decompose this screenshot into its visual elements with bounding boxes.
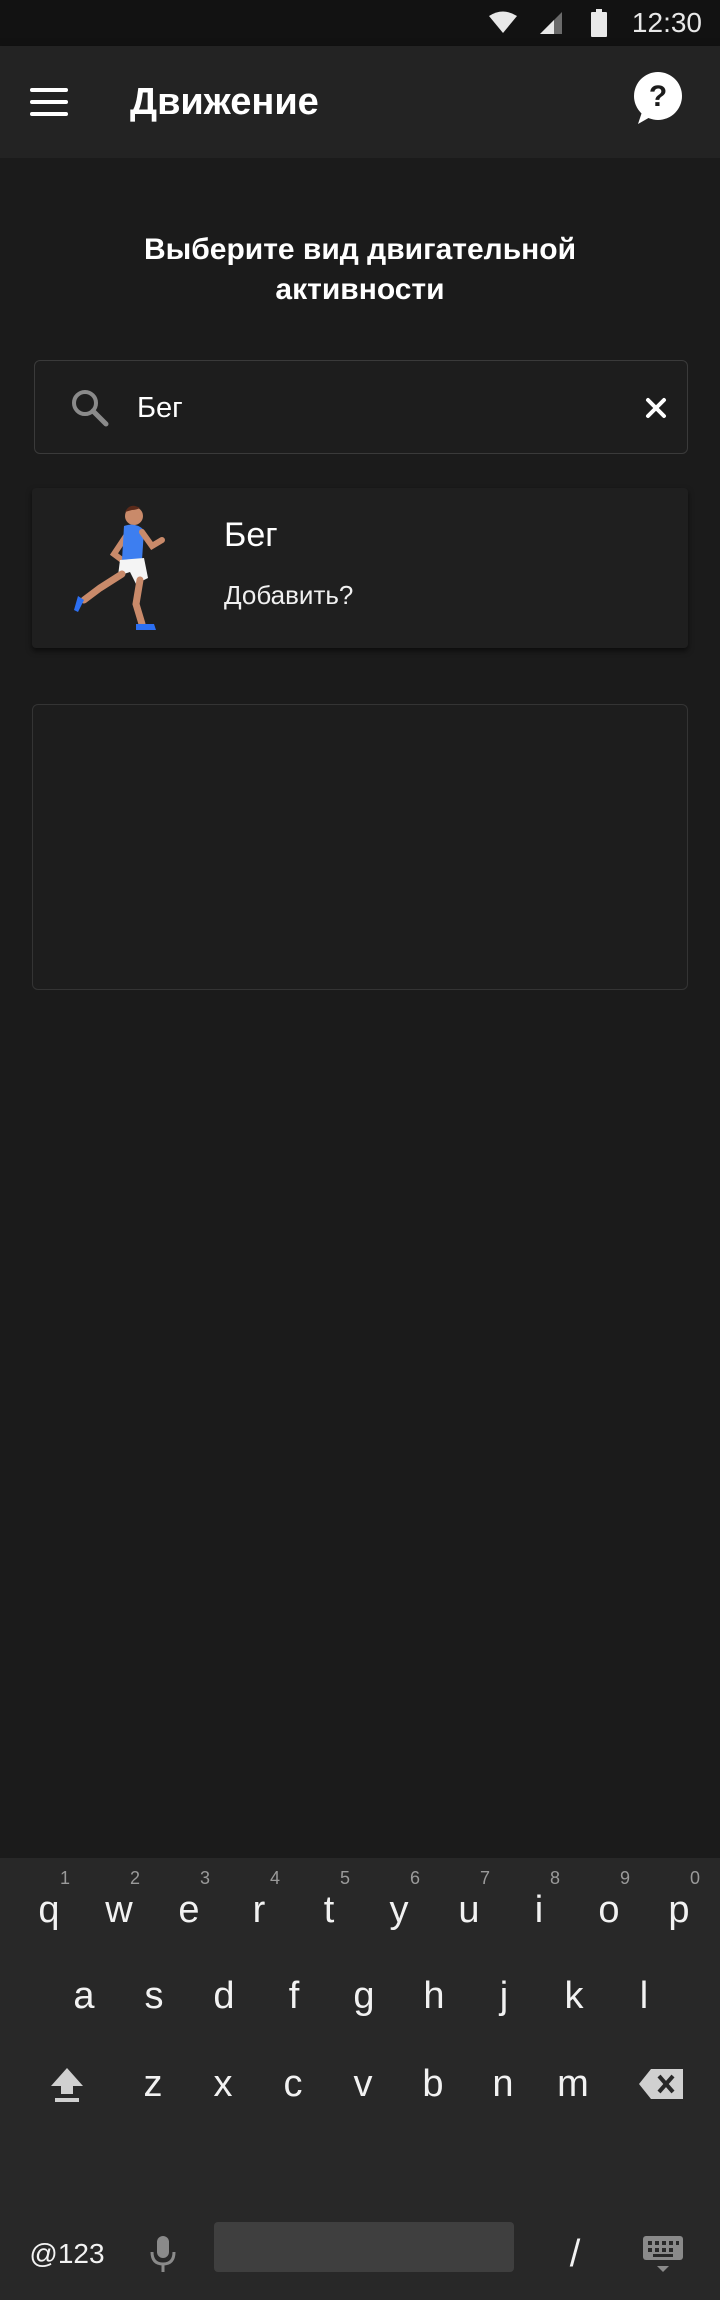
backspace-key[interactable] — [626, 2032, 696, 2122]
key-u[interactable]: 7u — [436, 1858, 502, 1948]
key-g[interactable]: g — [331, 1944, 397, 2034]
key-label: a — [73, 1974, 95, 2017]
key-label: h — [423, 1974, 445, 2017]
key-label: z — [143, 2062, 163, 2105]
activity-result-item[interactable]: Бег Добавить? — [32, 488, 688, 648]
keyboard: 1q2w3e4r5t6y7u8i9o0p asdfghjkl zxcvbnm @… — [0, 1858, 720, 2300]
keyboard-icon[interactable] — [630, 2202, 696, 2292]
key-hint: 6 — [409, 1868, 420, 1888]
key-k[interactable]: k — [541, 1944, 607, 2034]
result-title: Бег — [224, 516, 278, 554]
key-o[interactable]: 9o — [576, 1858, 642, 1948]
status-time: 12:30 — [631, 7, 702, 38]
key-label: f — [288, 1974, 300, 2017]
key-hint: 1 — [59, 1868, 70, 1888]
key-j[interactable]: j — [471, 1944, 537, 2034]
key-hint: 5 — [339, 1868, 350, 1888]
key-hint: 7 — [479, 1868, 490, 1888]
key-q[interactable]: 1q — [16, 1858, 82, 1948]
key-r[interactable]: 4r — [226, 1858, 292, 1948]
key-b[interactable]: b — [400, 2032, 466, 2122]
battery-icon — [584, 8, 614, 38]
key-label: x — [213, 2062, 233, 2105]
slash-key[interactable]: / — [542, 2202, 608, 2292]
key-label: y — [389, 1888, 409, 1931]
symbols-key[interactable]: @123 — [22, 2202, 112, 2292]
status-bar: 12:30 — [0, 0, 720, 46]
search-icon — [69, 387, 111, 429]
key-z[interactable]: z — [120, 2032, 186, 2122]
help-icon[interactable]: ? — [632, 70, 684, 126]
key-m[interactable]: m — [540, 2032, 606, 2122]
key-p[interactable]: 0p — [646, 1858, 712, 1948]
app-bar: Движение — [0, 46, 720, 158]
shift-key[interactable] — [34, 2032, 100, 2122]
key-label: n — [492, 2062, 514, 2105]
space-key[interactable] — [214, 2222, 514, 2272]
key-label: o — [598, 1888, 620, 1931]
key-label: t — [323, 1888, 335, 1931]
key-s[interactable]: s — [121, 1944, 187, 2034]
key-n[interactable]: n — [470, 2032, 536, 2122]
key-hint: 3 — [199, 1868, 210, 1888]
key-label: d — [213, 1974, 235, 2017]
svg-text:?: ? — [649, 80, 667, 113]
page-title: Движение — [130, 81, 319, 123]
key-label: b — [422, 2062, 444, 2105]
runner-icon — [70, 502, 200, 638]
key-label: v — [353, 2062, 373, 2105]
key-hint: 2 — [129, 1868, 140, 1888]
key-label: s — [144, 1974, 164, 2017]
key-h[interactable]: h — [401, 1944, 467, 2034]
key-x[interactable]: x — [190, 2032, 256, 2122]
key-w[interactable]: 2w — [86, 1858, 152, 1948]
key-label: w — [105, 1888, 133, 1931]
key-hint: 4 — [269, 1868, 280, 1888]
main-content: Выберите вид двигательной активности Бег… — [0, 158, 720, 1858]
key-i[interactable]: 8i — [506, 1858, 572, 1948]
key-a[interactable]: a — [51, 1944, 117, 2034]
key-label: l — [639, 1974, 649, 2017]
key-hint: 0 — [689, 1868, 700, 1888]
key-d[interactable]: d — [191, 1944, 257, 2034]
menu-icon[interactable] — [30, 79, 78, 125]
key-c[interactable]: c — [260, 2032, 326, 2122]
key-v[interactable]: v — [330, 2032, 396, 2122]
key-label: q — [38, 1888, 60, 1931]
key-label: i — [534, 1888, 544, 1931]
key-y[interactable]: 6y — [366, 1858, 432, 1948]
key-label: e — [178, 1888, 200, 1931]
key-hint: 9 — [619, 1868, 630, 1888]
search-input[interactable] — [137, 383, 597, 433]
key-l[interactable]: l — [611, 1944, 677, 2034]
key-label: c — [283, 2062, 303, 2105]
key-e[interactable]: 3e — [156, 1858, 222, 1948]
key-label: m — [557, 2062, 589, 2105]
key-label: g — [353, 1974, 375, 2017]
wifi-icon — [488, 8, 518, 38]
search-box[interactable] — [34, 360, 688, 454]
key-label: r — [252, 1888, 266, 1931]
add-prompt[interactable]: Добавить? — [224, 580, 353, 611]
key-hint: 8 — [549, 1868, 560, 1888]
close-icon[interactable] — [639, 391, 673, 425]
key-label: p — [668, 1888, 690, 1931]
key-t[interactable]: 5t — [296, 1858, 362, 1948]
key-f[interactable]: f — [261, 1944, 327, 2034]
key-label: k — [564, 1974, 584, 2017]
key-label: j — [499, 1974, 509, 2017]
microphone-icon[interactable] — [130, 2202, 196, 2292]
section-heading: Выберите вид двигательной активности — [143, 233, 577, 306]
key-label: u — [458, 1888, 480, 1931]
empty-panel — [32, 704, 688, 990]
cell-signal-icon — [536, 8, 566, 38]
